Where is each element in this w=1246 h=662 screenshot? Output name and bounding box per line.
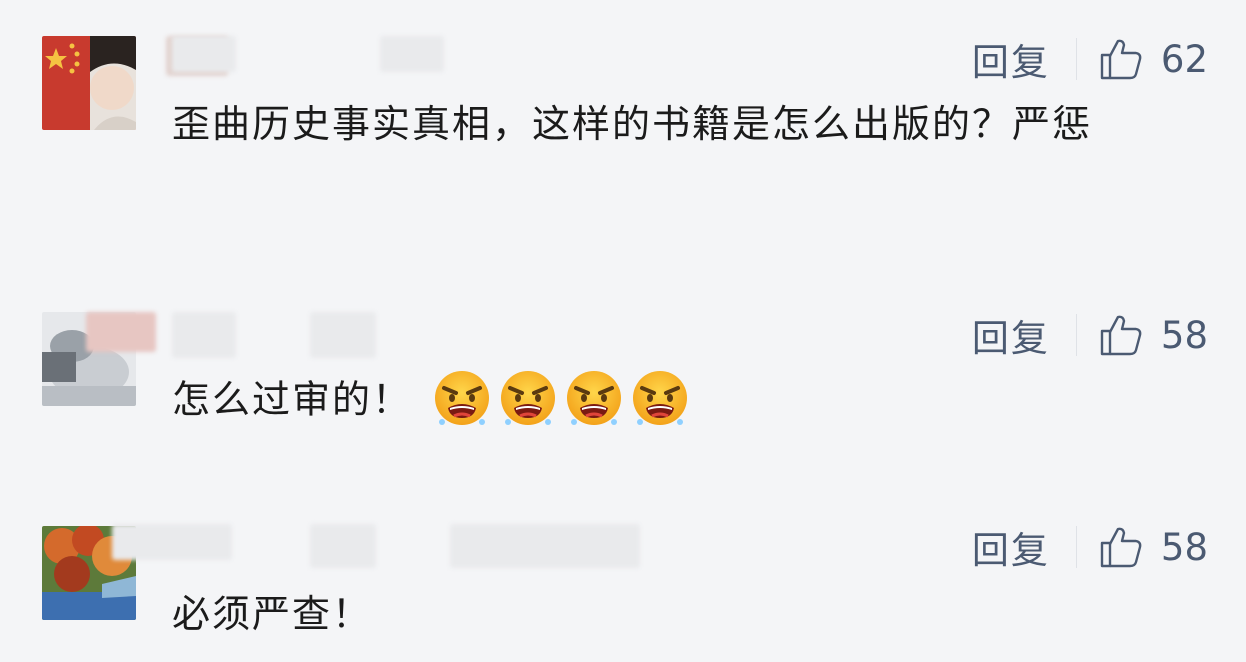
angry-face-emoji (435, 371, 490, 425)
comment-text: 必须严查！ (172, 592, 373, 636)
username-redacted[interactable] (166, 36, 472, 76)
angry-face-emoji (567, 371, 622, 425)
thumbs-up-icon (1100, 39, 1142, 80)
comment-text: 歪曲历史事实真相，这样的书籍是怎么出版的？严惩 (172, 102, 1093, 146)
emoji-row (430, 366, 694, 430)
divider (1075, 38, 1077, 80)
like-button[interactable]: 58 (1099, 313, 1208, 357)
divider (1075, 314, 1077, 356)
like-count: 58 (1160, 525, 1208, 569)
comment-actions: 回复 58 (972, 520, 1208, 574)
comment-body: 怎么过审的！ (172, 370, 1142, 434)
like-count: 62 (1160, 37, 1208, 81)
like-button[interactable]: 58 (1099, 525, 1208, 569)
comment-actions: 回复 58 (972, 308, 1208, 362)
thumbs-up-icon (1100, 315, 1142, 356)
reply-button[interactable]: 回复 (972, 308, 1050, 362)
angry-face-emoji (633, 371, 688, 425)
like-count: 58 (1160, 313, 1208, 357)
comment-text: 怎么过审的！ (172, 377, 413, 422)
avatar[interactable] (42, 36, 136, 130)
thumbs-up-icon (1100, 527, 1142, 568)
like-button[interactable]: 62 (1099, 37, 1208, 81)
angry-face-emoji (501, 371, 556, 425)
username-redacted[interactable] (112, 524, 640, 568)
divider (1075, 526, 1077, 568)
reply-button[interactable]: 回复 (972, 520, 1050, 574)
username-redacted[interactable] (86, 312, 472, 358)
comment-actions: 回复 62 (972, 32, 1208, 86)
reply-button[interactable]: 回复 (972, 32, 1050, 86)
